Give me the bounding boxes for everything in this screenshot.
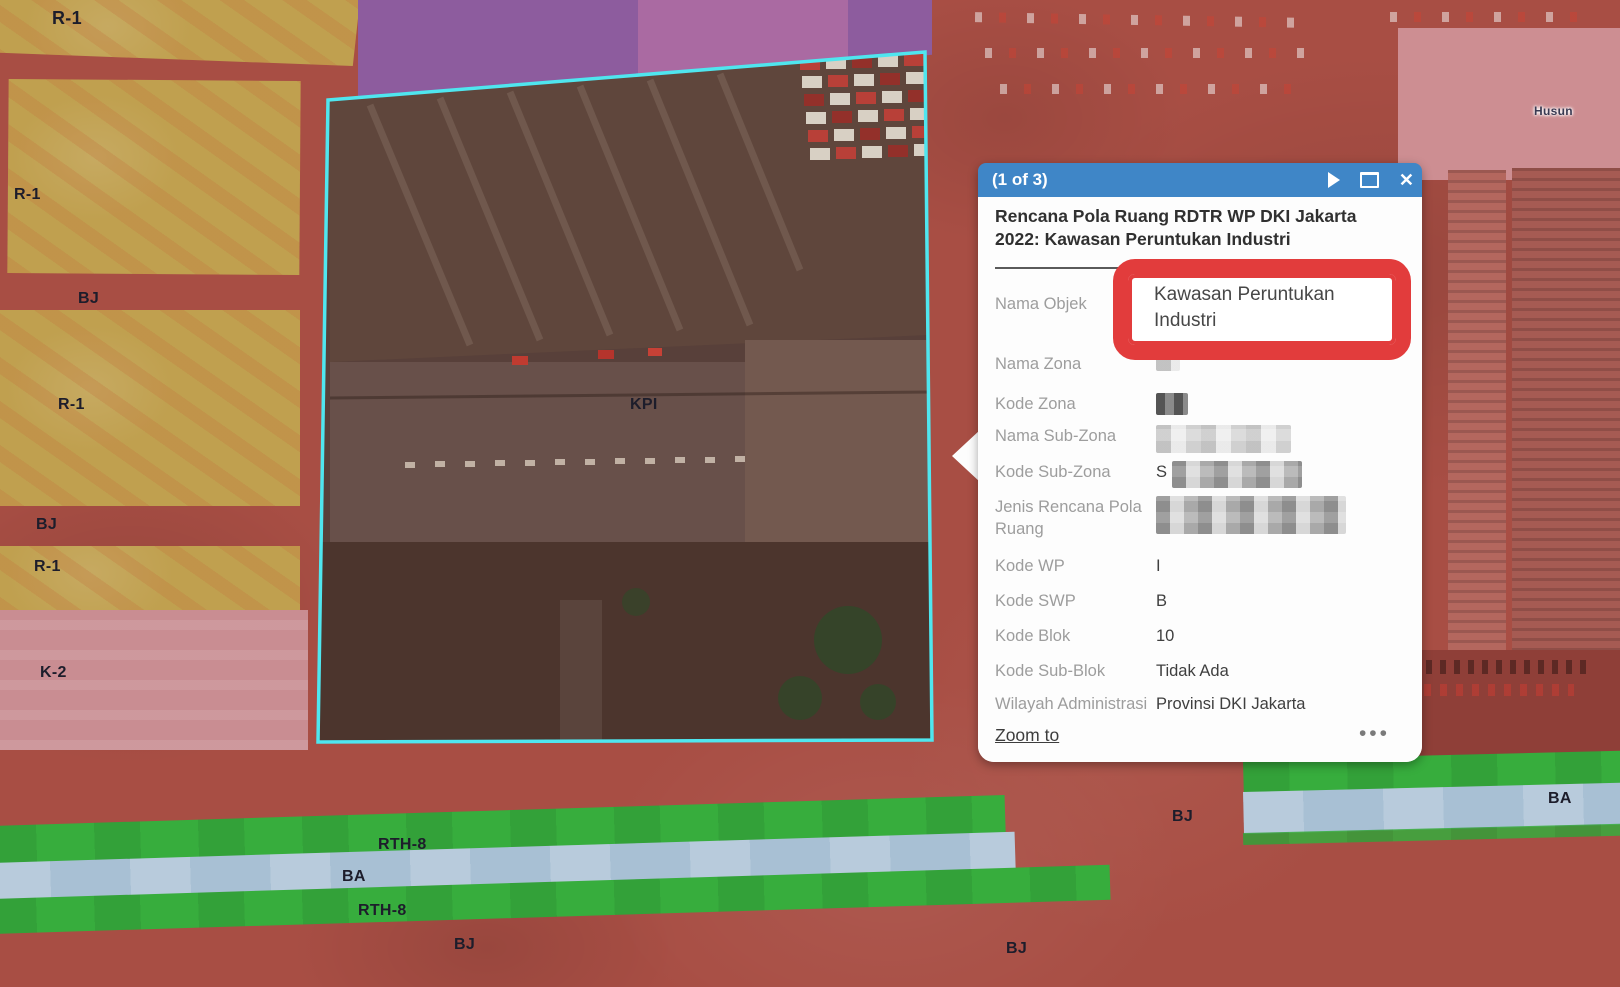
- zone-label: BJ: [454, 936, 475, 954]
- annotation-highlight-box: Kawasan Peruntukan Industri: [1113, 259, 1411, 360]
- field-label: Nama Sub-Zona: [995, 425, 1156, 453]
- field-row-kode-swp: Kode SWP B: [995, 590, 1410, 612]
- popup-header[interactable]: (1 of 3) ✕: [978, 163, 1422, 197]
- field-value-prefix: S: [1156, 461, 1167, 483]
- popup-footer: Zoom to •••: [978, 718, 1422, 762]
- close-icon[interactable]: ✕: [1399, 171, 1414, 189]
- popup-callout-arrow: [952, 430, 980, 482]
- field-row-jenis-rencana: Jenis Rencana Pola Ruang: [995, 496, 1410, 541]
- zone-label: R-1: [34, 558, 61, 576]
- field-value: S: [1156, 461, 1410, 488]
- field-value: [1156, 496, 1410, 541]
- feature-popup: (1 of 3) ✕ Rencana Pola Ruang RDTR WP DK…: [978, 163, 1422, 762]
- place-label: Husun: [1534, 104, 1573, 118]
- zone-label: BA: [342, 868, 366, 886]
- field-label: Kode WP: [995, 555, 1156, 577]
- zone-label: R-1: [14, 186, 41, 204]
- map-canvas[interactable]: R-1 R-1 BJ R-1 BJ R-1 K-2 KPI RTH-8 BA R…: [0, 0, 1620, 987]
- field-value: [1156, 393, 1410, 415]
- field-label: Kode Blok: [995, 625, 1156, 647]
- field-row-kode-wp: Kode WP I: [995, 555, 1410, 577]
- field-value: Provinsi DKI Jakarta: [1156, 693, 1410, 715]
- redacted-value: [1156, 425, 1291, 453]
- maximize-icon[interactable]: [1360, 172, 1379, 188]
- field-value: Tidak Ada: [1156, 660, 1410, 682]
- field-row-kode-sub-blok: Kode Sub-Blok Tidak Ada: [995, 660, 1410, 682]
- popup-title: Rencana Pola Ruang RDTR WP DKI Jakarta 2…: [995, 205, 1403, 251]
- redacted-value: [1156, 496, 1346, 534]
- zoom-to-link[interactable]: Zoom to: [995, 725, 1059, 746]
- field-label: Wilayah Administrasi: [995, 693, 1156, 715]
- zone-label: BJ: [78, 290, 99, 308]
- zone-label: R-1: [58, 396, 85, 414]
- field-value: 10: [1156, 625, 1410, 647]
- zone-label: BJ: [1172, 808, 1193, 826]
- redacted-value: [1172, 461, 1302, 488]
- zone-label: R-1: [52, 8, 82, 29]
- more-options-button[interactable]: •••: [1359, 722, 1390, 746]
- zone-label: RTH-8: [378, 836, 427, 854]
- zone-label: BJ: [36, 516, 57, 534]
- field-row-wilayah-administrasi: Wilayah Administrasi Provinsi DKI Jakart…: [995, 693, 1410, 715]
- field-row-kode-zona: Kode Zona: [995, 393, 1410, 415]
- field-label: Kode Zona: [995, 393, 1156, 415]
- zone-label: K-2: [40, 664, 67, 682]
- next-feature-icon[interactable]: [1328, 172, 1340, 188]
- zone-label: RTH-8: [358, 902, 407, 920]
- field-value: [1156, 425, 1410, 453]
- highlighted-field-value: Kawasan Peruntukan Industri: [1154, 282, 1384, 333]
- field-value: I: [1156, 555, 1410, 577]
- field-row-kode-blok: Kode Blok 10: [995, 625, 1410, 647]
- zone-label: BJ: [1006, 940, 1027, 958]
- field-label: Kode SWP: [995, 590, 1156, 612]
- field-row-kode-sub-zona: Kode Sub-Zona S: [995, 461, 1410, 488]
- zone-label: KPI: [630, 396, 658, 414]
- field-value: B: [1156, 590, 1410, 612]
- field-row-nama-sub-zona: Nama Sub-Zona: [995, 425, 1410, 453]
- field-label: Jenis Rencana Pola Ruang: [995, 496, 1156, 541]
- pagination-label: (1 of 3): [992, 170, 1048, 190]
- zone-label: BA: [1548, 790, 1572, 808]
- field-label: Kode Sub-Zona: [995, 461, 1156, 488]
- field-label: Kode Sub-Blok: [995, 660, 1156, 682]
- redacted-value: [1156, 393, 1188, 415]
